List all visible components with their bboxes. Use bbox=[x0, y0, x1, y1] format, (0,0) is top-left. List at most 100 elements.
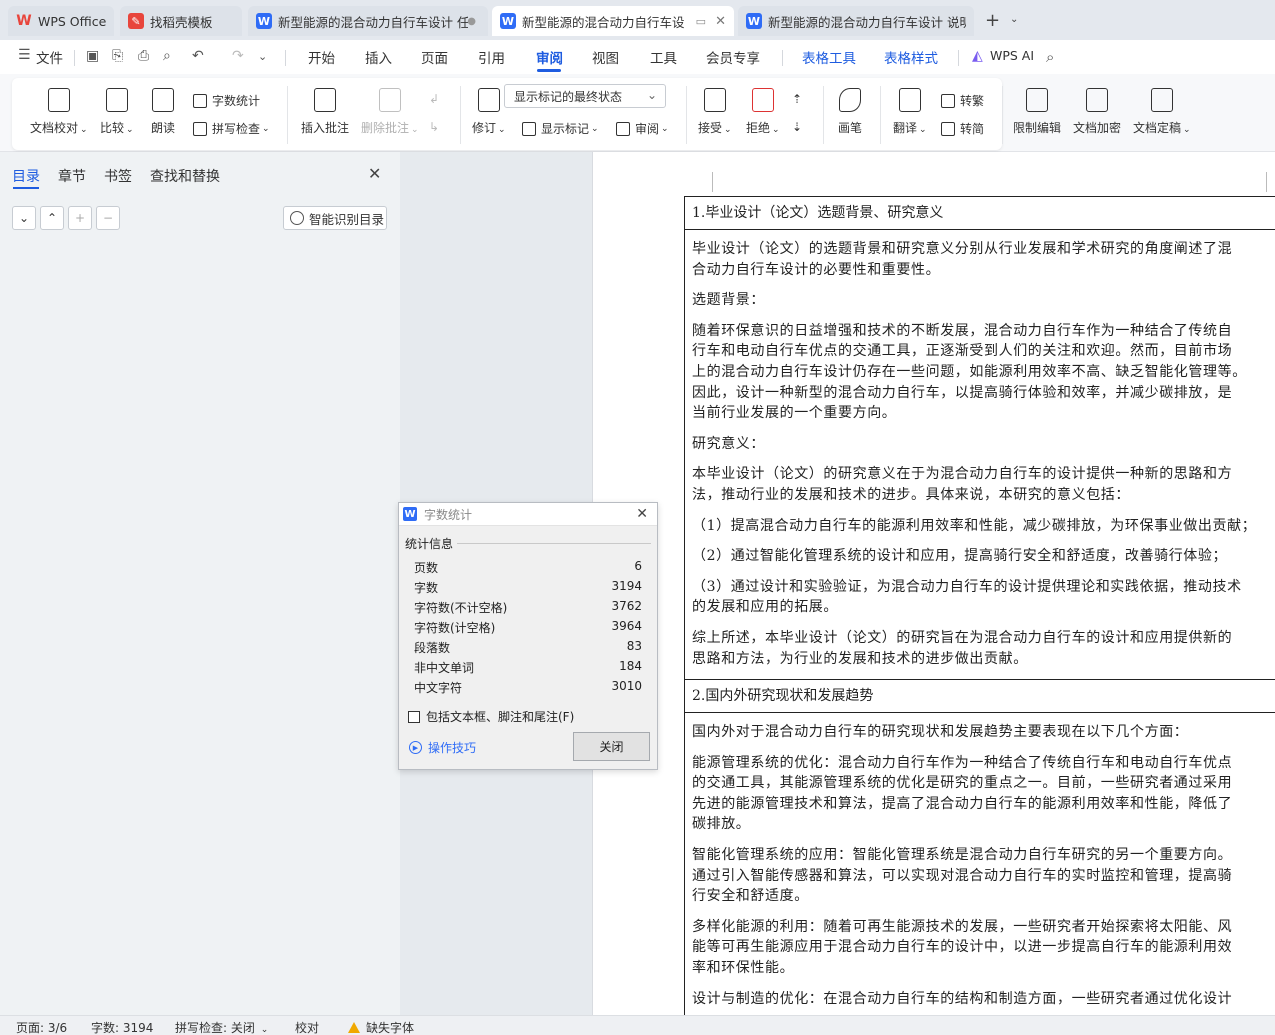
nav-tab-chapters[interactable]: 章节 bbox=[58, 166, 86, 186]
to-traditional-button[interactable]: 转繁 bbox=[941, 92, 984, 109]
redo-icon[interactable]: ↷ bbox=[232, 48, 244, 64]
menu-table-style[interactable]: 表格样式 bbox=[884, 47, 938, 67]
next-comment-icon[interactable]: ↳ bbox=[429, 120, 439, 134]
stat-row: 页数 6 bbox=[414, 559, 642, 579]
menu-review[interactable]: 审阅 bbox=[536, 47, 563, 67]
status-word-count[interactable]: 字数: 3194 bbox=[91, 1019, 153, 1035]
read-aloud-button[interactable]: 朗读 bbox=[151, 88, 175, 136]
include-footnotes-checkbox[interactable]: 包括文本框、脚注和尾注(F) bbox=[408, 708, 574, 725]
text-line: 的发展和应用的拓展。 bbox=[692, 599, 838, 616]
pen-button[interactable]: 画笔 bbox=[838, 88, 862, 136]
monitor-icon[interactable]: ▭ bbox=[696, 15, 706, 28]
menu-insert[interactable]: 插入 bbox=[365, 47, 392, 67]
share-icon[interactable]: ⎘ bbox=[112, 48, 123, 64]
menu-page[interactable]: 页面 bbox=[421, 47, 448, 67]
menu-wps-ai[interactable]: WPS AI bbox=[990, 48, 1034, 63]
remove-heading-icon[interactable]: − bbox=[96, 206, 120, 230]
close-icon[interactable]: ✕ bbox=[636, 506, 648, 522]
undo-icon[interactable]: ↶ bbox=[192, 48, 204, 64]
tips-link[interactable]: ▶ 操作技巧 bbox=[409, 739, 476, 756]
print-preview-icon[interactable]: ⌕ bbox=[163, 48, 171, 64]
text-line: 的交通工具，其能源管理系统的优化是研究的重点之一。目前，一些研究者通过采用 bbox=[692, 775, 1233, 792]
stat-label: 页数 bbox=[414, 561, 439, 575]
spell-check-button[interactable]: 拼写检查 ⌄ bbox=[193, 120, 270, 137]
nav-tab-toc[interactable]: 目录 bbox=[12, 166, 40, 186]
review-pane-button[interactable]: 审阅 ⌄ bbox=[616, 120, 669, 137]
spell-check-label: 拼写检查 bbox=[212, 122, 261, 136]
menu-references[interactable]: 引用 bbox=[478, 47, 505, 67]
traditional-icon bbox=[941, 93, 955, 108]
status-proof[interactable]: 校对 bbox=[295, 1019, 319, 1035]
paragraph: 随着环保意识的日益增强和技术的不断发展，混合动力自行车作为一种结合了传统自 行车和… bbox=[692, 321, 1275, 424]
collapse-up-icon[interactable]: ⌃ bbox=[40, 206, 64, 230]
display-mode-select[interactable]: 显示标记的最终状态 ⌄ bbox=[504, 84, 666, 108]
writer-doc-icon: W bbox=[500, 13, 516, 29]
status-missing-font[interactable]: 缺失字体 bbox=[348, 1019, 414, 1035]
doc-check-button[interactable]: 文档校对 ⌄ bbox=[30, 88, 88, 136]
review-pane-icon bbox=[616, 121, 630, 136]
finalize-button[interactable]: 文档定稿 ⌄ bbox=[1133, 88, 1191, 136]
insert-comment-button[interactable]: 插入批注 bbox=[301, 88, 349, 136]
tab-label: 新型能源的混合动力自行车设 bbox=[522, 14, 685, 30]
delete-comment-button[interactable]: 删除批注 ⌄ bbox=[361, 88, 419, 136]
restrict-edit-button[interactable]: 限制编辑 bbox=[1013, 88, 1061, 136]
close-button[interactable]: 关闭 bbox=[573, 732, 650, 761]
next-change-icon[interactable]: ⇣ bbox=[792, 120, 802, 134]
dialog-title-bar[interactable]: W 字数统计 bbox=[399, 503, 657, 526]
insert-comment-icon bbox=[314, 88, 336, 112]
translate-button[interactable]: 翻译 ⌄ bbox=[893, 88, 927, 136]
track-changes-button[interactable]: 修订 ⌄ bbox=[472, 88, 506, 136]
to-simplified-button[interactable]: 转简 bbox=[941, 120, 984, 137]
tab-document-1[interactable]: W 新型能源的混合动力自行车设计 任 ● bbox=[248, 6, 488, 36]
text-line: 上的混合动力自行车设计仍存在一些问题，如能源利用效率不高、缺乏智能化管理等。 bbox=[692, 363, 1247, 380]
delete-comment-label: 删除批注 bbox=[361, 121, 410, 135]
stats-group-label: 统计信息 bbox=[405, 537, 454, 551]
paragraph: （3）通过设计和实验验证，为混合动力自行车的设计提供理论和实践依据，推动技术 的发… bbox=[692, 577, 1275, 618]
new-tab-plus-icon[interactable]: + bbox=[985, 10, 1000, 31]
show-markup-button[interactable]: 显示标记 ⌄ bbox=[522, 120, 599, 137]
chevron-down-icon[interactable]: ⌄ bbox=[258, 50, 267, 63]
tab-docer-templates[interactable]: ✎ 找稻壳模板 bbox=[120, 6, 242, 36]
menu-tools[interactable]: 工具 bbox=[650, 47, 677, 67]
text-line: 思路和方法，为行业的发展和技术的进步做出贡献。 bbox=[692, 650, 1028, 667]
unsaved-dot-icon: ● bbox=[467, 15, 476, 27]
tab-document-3[interactable]: W 新型能源的混合动力自行车设计 说明 bbox=[738, 6, 974, 36]
text-line: 先进的能源管理技术和算法，提高了混合动力自行车的能源利用效率和性能，降低了 bbox=[692, 795, 1233, 812]
nav-tab-find-replace[interactable]: 查找和替换 bbox=[150, 166, 220, 186]
compare-button[interactable]: 比较 ⌄ bbox=[100, 88, 134, 136]
previous-comment-icon[interactable]: ↲ bbox=[429, 92, 439, 106]
document-table[interactable]: 1.毕业设计（论文）选题背景、研究意义 毕业设计（论文）的选题背景和研究意义分别从… bbox=[684, 196, 1275, 1020]
stat-label: 段落数 bbox=[414, 641, 451, 655]
tab-wps-office[interactable]: W WPS Office bbox=[8, 6, 114, 36]
search-icon[interactable]: ⌕ bbox=[1046, 48, 1054, 66]
accept-button[interactable]: 接受 ⌄ bbox=[698, 88, 732, 136]
paragraph: 设计与制造的优化：在混合动力自行车的结构和制造方面，一些研究者通过优化设计 bbox=[692, 989, 1275, 1010]
read-aloud-icon bbox=[152, 88, 174, 112]
collapse-down-icon[interactable]: ⌄ bbox=[12, 206, 36, 230]
reject-button[interactable]: 拒绝 ⌄ bbox=[746, 88, 780, 136]
print-icon[interactable]: ⎙ bbox=[138, 48, 149, 64]
save-icon[interactable]: ▣ bbox=[86, 48, 99, 64]
hamburger-menu-icon[interactable]: ☰ bbox=[18, 47, 31, 63]
previous-change-icon[interactable]: ⇡ bbox=[792, 92, 802, 106]
word-count-button[interactable]: 字数统计 bbox=[193, 92, 260, 109]
smart-toc-button[interactable]: 智能识别目录 bbox=[283, 206, 387, 230]
menu-home[interactable]: 开始 bbox=[308, 47, 335, 67]
restrict-edit-label: 限制编辑 bbox=[1013, 121, 1062, 135]
status-spell-check[interactable]: 拼写检查: 关闭 ⌄ bbox=[175, 1019, 268, 1035]
checkbox-box[interactable] bbox=[408, 710, 420, 723]
ribbon-divider bbox=[287, 86, 288, 144]
page-corner-mark bbox=[1266, 172, 1267, 192]
menu-view[interactable]: 视图 bbox=[592, 47, 619, 67]
menu-table-tools[interactable]: 表格工具 bbox=[802, 47, 856, 67]
close-tab-icon[interactable]: ✕ bbox=[715, 14, 726, 29]
tab-document-active[interactable]: W 新型能源的混合动力自行车设 ▭ ✕ bbox=[492, 6, 734, 36]
menu-file[interactable]: 文件 bbox=[36, 47, 63, 67]
chevron-down-icon[interactable]: ⌄ bbox=[1010, 14, 1018, 25]
status-page[interactable]: 页面: 3/6 bbox=[16, 1019, 67, 1035]
menu-member[interactable]: 会员专享 bbox=[706, 47, 760, 67]
encrypt-button[interactable]: 文档加密 bbox=[1073, 88, 1121, 136]
nav-tab-bookmarks[interactable]: 书签 bbox=[104, 166, 132, 186]
close-icon[interactable]: ✕ bbox=[368, 164, 381, 183]
add-heading-icon[interactable]: + bbox=[68, 206, 92, 230]
